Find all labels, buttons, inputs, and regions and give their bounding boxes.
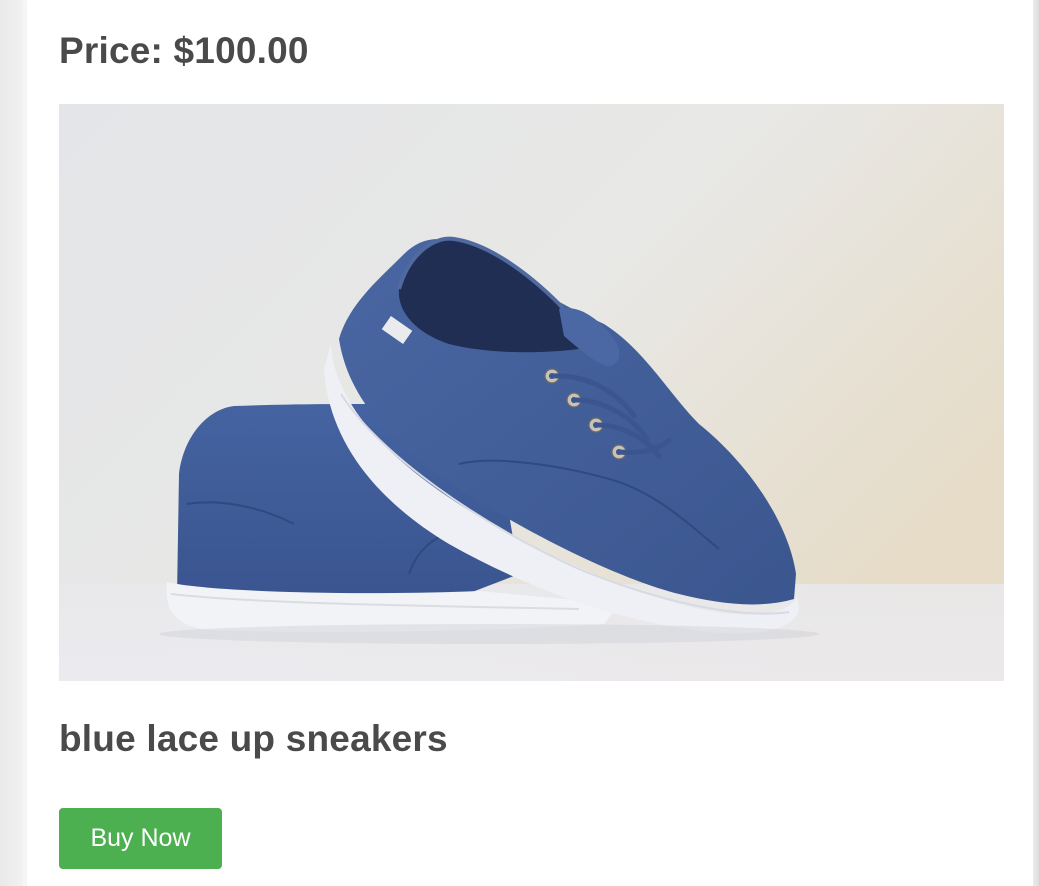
product-image: [59, 104, 1004, 681]
product-name: blue lace up sneakers: [59, 718, 448, 759]
product-price: Price: $100.00: [59, 30, 309, 71]
product-card: Price: $100.00 blue lace up sneakers Buy…: [27, 0, 1033, 886]
buy-now-button[interactable]: Buy Now: [59, 808, 222, 869]
